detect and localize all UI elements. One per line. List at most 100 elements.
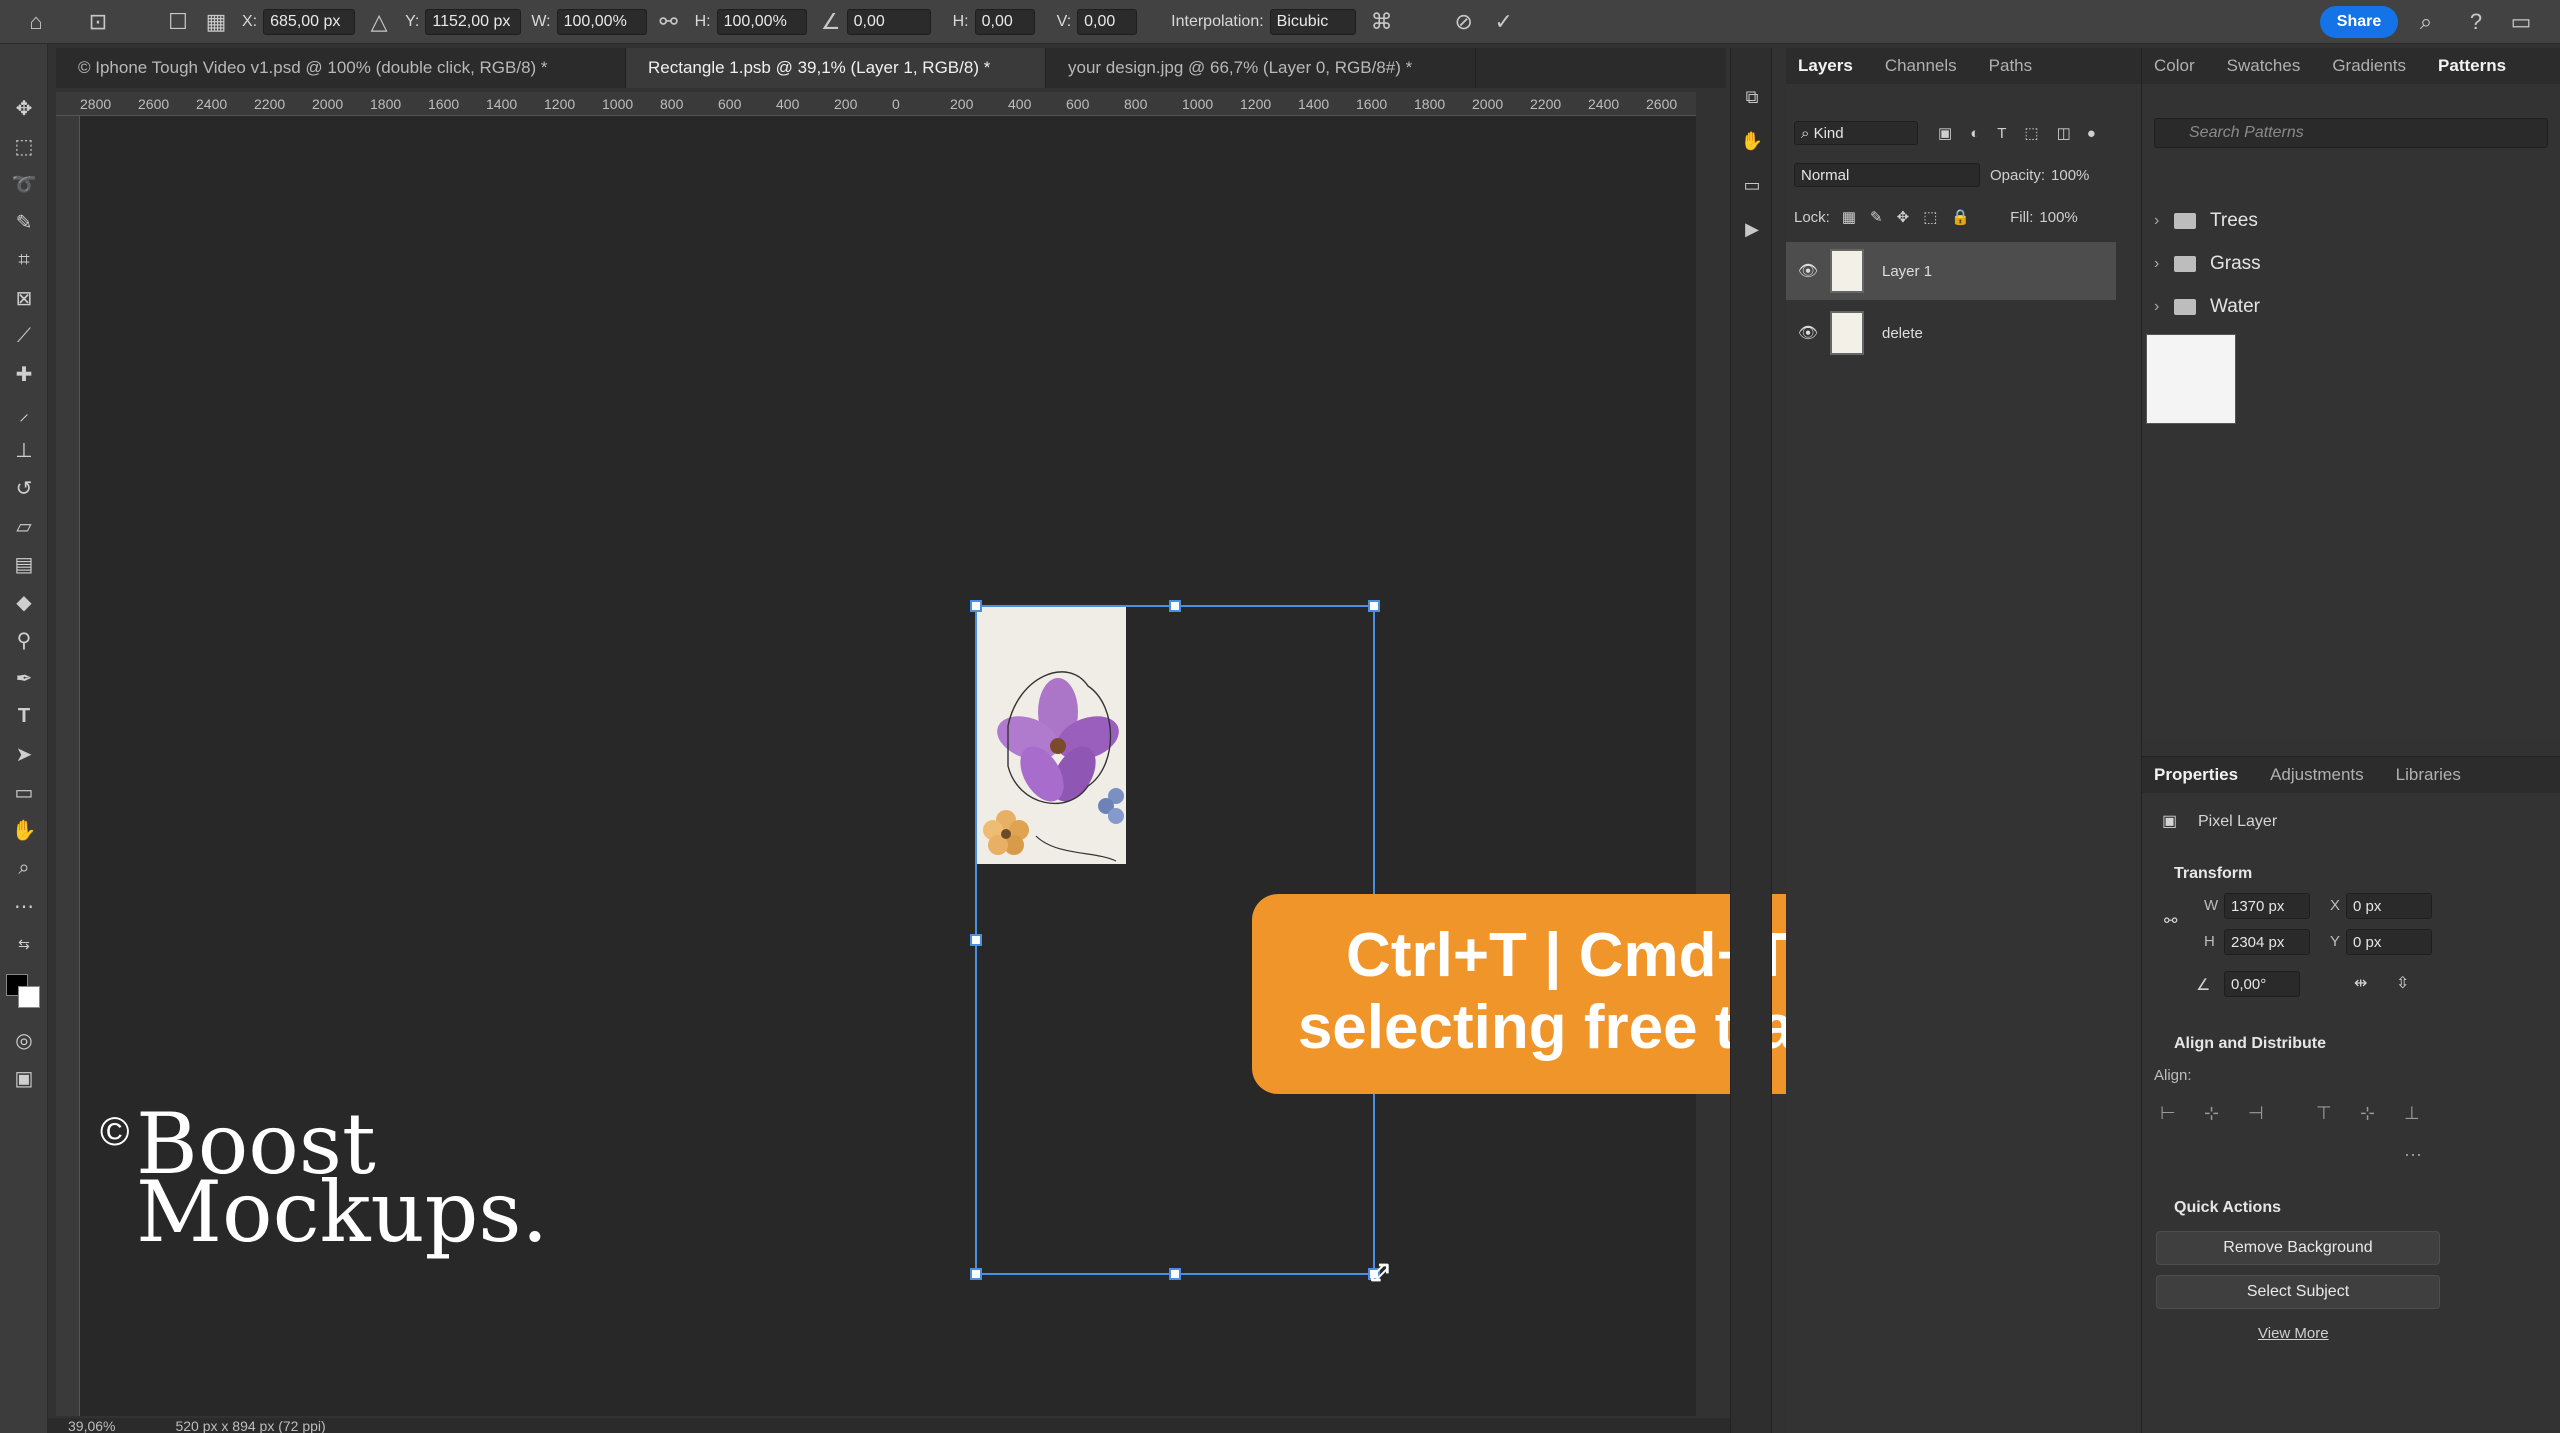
- more-tools-icon[interactable]: ⋯: [8, 890, 40, 922]
- vertical-skew-field[interactable]: 0,00: [1077, 8, 1138, 35]
- commit-transform-icon[interactable]: ✓: [1488, 6, 1520, 38]
- healing-brush-tool-icon[interactable]: ✚: [8, 358, 40, 390]
- lock-position-icon[interactable]: ✥: [1897, 208, 1910, 226]
- tab-color[interactable]: Color: [2154, 56, 2195, 76]
- tab-iphone-tough-video[interactable]: © Iphone Tough Video v1.psd @ 100% (doub…: [56, 48, 626, 88]
- align-left-icon[interactable]: ⊢: [2160, 1103, 2176, 1124]
- height-percent-field[interactable]: 100,00%: [716, 8, 807, 35]
- tab-libraries[interactable]: Libraries: [2396, 765, 2461, 785]
- reference-point-grid-icon[interactable]: ▦: [200, 6, 232, 38]
- pattern-folder-water[interactable]: › Water: [2154, 290, 2260, 324]
- smart-object-filter-icon[interactable]: ◫: [2057, 124, 2071, 142]
- tab-properties[interactable]: Properties: [2154, 765, 2238, 785]
- tab-adjustments[interactable]: Adjustments: [2270, 765, 2364, 785]
- eraser-tool-icon[interactable]: ▱: [8, 510, 40, 542]
- help-icon[interactable]: ?: [2460, 6, 2492, 38]
- transform-handle-bottom-center[interactable]: [1169, 1268, 1181, 1280]
- link-icon[interactable]: ⚯: [653, 6, 685, 38]
- zoom-level[interactable]: 39,06%: [68, 1418, 115, 1433]
- clone-stamp-tool-icon[interactable]: ⊥: [8, 434, 40, 466]
- opacity-value[interactable]: 100%: [2051, 167, 2089, 184]
- actions-play-icon[interactable]: ▶: [1739, 216, 1765, 242]
- transform-section-title[interactable]: Transform: [2154, 865, 2252, 883]
- move-tool-icon[interactable]: ✥: [8, 92, 40, 124]
- align-bottom-icon[interactable]: ⊥: [2404, 1103, 2420, 1124]
- horizontal-skew-field[interactable]: 0,00: [974, 8, 1035, 35]
- width-percent-field[interactable]: 100,00%: [556, 8, 647, 35]
- link-icon[interactable]: ⚯: [2164, 911, 2177, 931]
- x-field[interactable]: 0 px: [2346, 893, 2432, 919]
- transform-handle-bottom-left[interactable]: [970, 1268, 982, 1280]
- lock-all-icon[interactable]: 🔒: [1951, 208, 1970, 226]
- tab-channels[interactable]: Channels: [1885, 56, 1957, 76]
- visibility-eye-icon[interactable]: 👁: [1786, 261, 1830, 281]
- align-section-title[interactable]: Align and Distribute: [2154, 1035, 2326, 1053]
- filter-toggle-icon[interactable]: ●: [2087, 125, 2096, 142]
- y-field[interactable]: 0 px: [2346, 929, 2432, 955]
- type-filter-icon[interactable]: T: [1997, 125, 2006, 142]
- quick-mask-icon[interactable]: ◎: [8, 1024, 40, 1056]
- dodge-tool-icon[interactable]: ⚲: [8, 624, 40, 656]
- hand-panel-icon[interactable]: ✋: [1739, 128, 1765, 154]
- fill-value[interactable]: 100%: [2039, 209, 2077, 226]
- transform-handle-top-right[interactable]: [1368, 600, 1380, 612]
- brush-tool-icon[interactable]: ⸝: [8, 396, 40, 428]
- reference-point-checkbox[interactable]: ☐: [162, 6, 194, 38]
- quick-actions-title[interactable]: Quick Actions: [2154, 1199, 2281, 1217]
- quick-selection-tool-icon[interactable]: ✎: [8, 206, 40, 238]
- tab-your-design[interactable]: your design.jpg @ 66,7% (Layer 0, RGB/8#…: [1046, 48, 1476, 88]
- angle-field[interactable]: 0,00°: [2224, 971, 2300, 997]
- tab-paths[interactable]: Paths: [1989, 56, 2032, 76]
- width-field[interactable]: 1370 px: [2224, 893, 2310, 919]
- remove-background-button[interactable]: Remove Background: [2156, 1231, 2440, 1265]
- background-color-swatch[interactable]: [18, 986, 40, 1008]
- flip-horizontal-icon[interactable]: ⇹: [2354, 973, 2367, 993]
- align-center-icon[interactable]: ⊹: [2204, 1103, 2219, 1124]
- pen-tool-icon[interactable]: ✒: [8, 662, 40, 694]
- history-brush-tool-icon[interactable]: ↺: [8, 472, 40, 504]
- layer-row[interactable]: 👁 Layer 1: [1786, 242, 2116, 300]
- pattern-folder-trees[interactable]: › Trees: [2154, 204, 2258, 238]
- y-position-field[interactable]: 1152,00 px: [425, 8, 522, 35]
- crop-tool-icon[interactable]: ⌗: [8, 244, 40, 276]
- more-options-icon[interactable]: ⋯: [2404, 1145, 2422, 1166]
- swap-colors-icon[interactable]: ⇆: [8, 928, 40, 960]
- search-patterns-input[interactable]: Search Patterns: [2154, 118, 2548, 148]
- kind-filter-select[interactable]: ⌕ Kind: [1794, 121, 1918, 145]
- shape-filter-icon[interactable]: ⬚: [2024, 124, 2038, 142]
- view-more-link[interactable]: View More: [2258, 1325, 2329, 1342]
- path-selection-tool-icon[interactable]: ➤: [8, 738, 40, 770]
- align-right-icon[interactable]: ⊣: [2248, 1103, 2264, 1124]
- marquee-tool-icon[interactable]: ⬚: [8, 130, 40, 162]
- height-field[interactable]: 2304 px: [2224, 929, 2310, 955]
- tab-rectangle-1[interactable]: Rectangle 1.psb @ 39,1% (Layer 1, RGB/8)…: [626, 48, 1046, 88]
- relative-position-icon[interactable]: △: [363, 6, 395, 38]
- transform-handle-top-left[interactable]: [970, 600, 982, 612]
- rotate-angle-field[interactable]: 0,00: [846, 8, 931, 35]
- cancel-transform-icon[interactable]: ⊘: [1448, 6, 1480, 38]
- hand-tool-icon[interactable]: ✋: [8, 814, 40, 846]
- tab-gradients[interactable]: Gradients: [2332, 56, 2406, 76]
- eyedropper-tool-icon[interactable]: ⟋: [8, 320, 40, 352]
- lock-artboard-icon[interactable]: ⬚: [1923, 208, 1937, 226]
- screen-mode-icon[interactable]: ▣: [8, 1062, 40, 1094]
- frame-tool-icon[interactable]: ⊠: [8, 282, 40, 314]
- blur-tool-icon[interactable]: ◆: [8, 586, 40, 618]
- adjustment-filter-icon[interactable]: ◐: [1970, 125, 1979, 142]
- zoom-tool-icon[interactable]: ⌕: [8, 852, 40, 884]
- pattern-swatch[interactable]: [2146, 334, 2236, 424]
- blend-mode-select[interactable]: Normal: [1794, 163, 1980, 187]
- type-tool-icon[interactable]: T: [8, 700, 40, 732]
- workspace-icon[interactable]: ▭: [2505, 6, 2537, 38]
- lock-image-icon[interactable]: ✎: [1870, 208, 1883, 226]
- align-top-icon[interactable]: ⊤: [2316, 1103, 2332, 1124]
- tab-layers[interactable]: Layers: [1798, 56, 1853, 76]
- tab-swatches[interactable]: Swatches: [2227, 56, 2301, 76]
- rectangle-tool-icon[interactable]: ▭: [8, 776, 40, 808]
- pixel-filter-icon[interactable]: ▣: [1938, 124, 1952, 142]
- document-info[interactable]: 520 px x 894 px (72 ppi): [175, 1418, 325, 1433]
- layer-row[interactable]: 👁 delete: [1786, 304, 2116, 362]
- history-panel-icon[interactable]: ⧉: [1739, 84, 1765, 110]
- flip-vertical-icon[interactable]: ⇳: [2396, 973, 2409, 993]
- warp-mode-icon[interactable]: ⌘: [1366, 6, 1398, 38]
